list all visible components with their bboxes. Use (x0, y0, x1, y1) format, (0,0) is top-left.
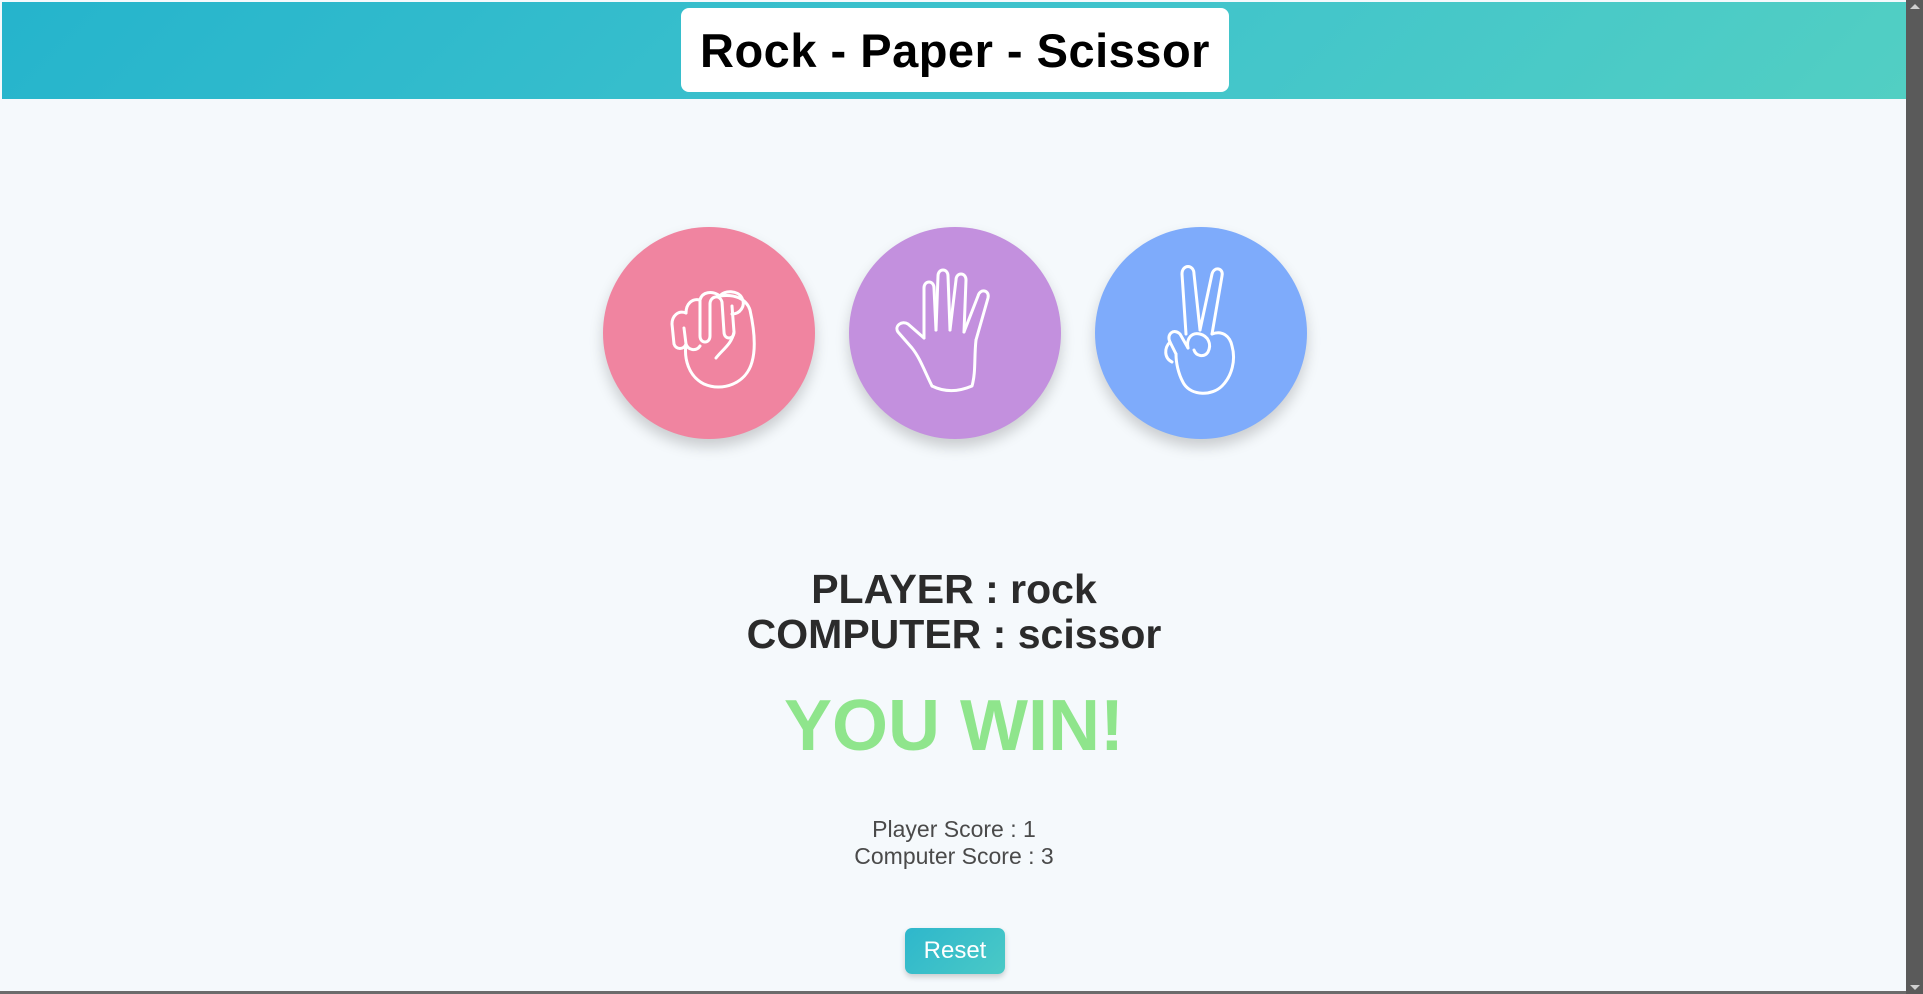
round-result: PLAYER : rock COMPUTER : scissor (2, 567, 1906, 657)
page-title: Rock - Paper - Scissor (700, 23, 1210, 77)
header-bar: Rock - Paper - Scissor (2, 2, 1906, 99)
fist-icon (670, 290, 756, 389)
scroll-down-arrow-icon[interactable] (1910, 985, 1920, 990)
computer-choice-text: COMPUTER : scissor (746, 611, 1162, 657)
score-board: Player Score : 1 Computer Score : 3 (2, 816, 1906, 870)
scissor-button[interactable] (1095, 227, 1307, 439)
choice-buttons (2, 227, 1906, 439)
peace-hand-icon (1164, 265, 1236, 395)
computer-score: Computer Score : 3 (854, 843, 1054, 869)
vertical-scrollbar[interactable] (1906, 0, 1923, 994)
game-page: Rock - Paper - Scissor PLAYER: rock COM… (2, 2, 1906, 991)
player-score: Player Score : 1 (872, 816, 1036, 842)
player-choice-text: PLAYER : rock (811, 566, 1097, 612)
rock-button[interactable] (603, 227, 815, 439)
paper-button[interactable] (849, 227, 1061, 439)
open-hand-icon (895, 268, 990, 392)
reset-button[interactable]: Reset (905, 928, 1005, 974)
outcome-text: YOU WIN! (784, 686, 1124, 766)
title-box: Rock - Paper - Scissor (681, 8, 1229, 92)
scroll-up-arrow-icon[interactable] (1910, 4, 1920, 9)
